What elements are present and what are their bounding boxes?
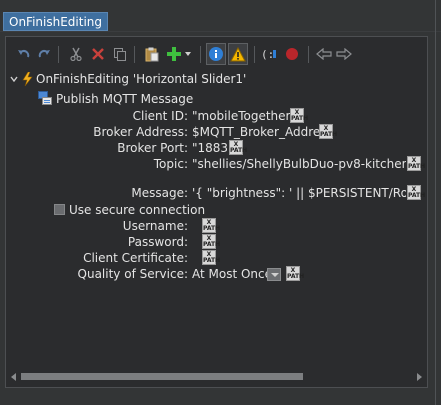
action-tree: OnFinishEditing 'Horizontal Slider1' Pub…: [6, 71, 427, 367]
horizontal-scrollbar[interactable]: [11, 370, 422, 383]
toolbar-separator: [58, 46, 59, 63]
paste-icon: [145, 47, 159, 61]
broker-port-label: Broker Port:: [117, 141, 188, 155]
event-label: OnFinishEditing 'Horizontal Slider1': [36, 72, 247, 86]
scroll-right-arrow[interactable]: [417, 373, 422, 381]
xpath-path-text: PATH: [230, 147, 248, 154]
back-icon: [316, 48, 332, 60]
window-edge: [435, 0, 436, 405]
toolbar-separator: [200, 46, 201, 63]
secure-connection-checkbox[interactable]: [54, 204, 65, 215]
parameter-button[interactable]: (:: [260, 43, 280, 65]
topic-value[interactable]: "shellies/ShellyBulbDuo-pv8-kitchenleft: [192, 156, 406, 172]
delete-button[interactable]: [88, 43, 108, 65]
secure-connection-label: Use secure connection: [69, 203, 206, 217]
xpath-path-text: PATH: [203, 257, 221, 264]
tab-divider: [0, 31, 441, 32]
client-id-value[interactable]: "mobileTogether": [192, 108, 296, 124]
forward-button[interactable]: [334, 43, 354, 65]
broker-address-value[interactable]: $MQTT_Broker_Address: [192, 124, 333, 140]
breakpoint-button[interactable]: [282, 43, 302, 65]
xpath-path-text: PATH: [408, 192, 426, 199]
scrollbar-thumb[interactable]: [21, 373, 303, 380]
client-certificate-label: Client Certificate:: [83, 251, 188, 265]
username-xpath-button[interactable]: X PATH: [202, 218, 221, 233]
warning-toggle[interactable]: [228, 43, 248, 65]
client-certificate-xpath-button[interactable]: X PATH: [202, 250, 221, 265]
xpath-path-text: PATH: [291, 115, 309, 122]
copy-icon: [114, 48, 126, 61]
topic-xpath-button[interactable]: X PATH: [407, 156, 426, 171]
redo-icon: [38, 49, 50, 58]
xpath-path-text: PATH: [320, 131, 338, 138]
info-toggle[interactable]: [206, 43, 226, 65]
add-icon: [167, 47, 181, 61]
broker-port-value[interactable]: "1883": [192, 140, 234, 156]
add-button[interactable]: [164, 43, 184, 65]
client-id-label: Client ID:: [132, 109, 188, 123]
xpath-path-text: PATH: [408, 163, 426, 170]
undo-icon: [18, 49, 30, 58]
broker-address-label: Broker Address:: [93, 125, 188, 139]
breakpoint-icon: [286, 48, 298, 60]
parameter-icon: (:: [261, 48, 276, 61]
broker-address-xpath-button[interactable]: X PATH: [319, 124, 338, 139]
back-button[interactable]: [314, 43, 334, 65]
dropdown-icon: [185, 52, 191, 56]
xpath-path-text: PATH: [203, 241, 221, 248]
paste-button[interactable]: [142, 43, 162, 65]
message-xpath-button[interactable]: X PATH: [407, 185, 426, 200]
tab-onfinishediting[interactable]: OnFinishEditing: [3, 12, 109, 31]
forward-icon: [336, 48, 352, 60]
message-value[interactable]: '{ "brightness": ' || $PERSISTENT/Root/K…: [192, 185, 406, 201]
topic-label: Topic:: [153, 157, 188, 171]
toolbar-separator: [254, 46, 255, 63]
scroll-left-arrow[interactable]: [11, 373, 16, 381]
collapse-chevron-icon[interactable]: [10, 76, 18, 82]
copy-button[interactable]: [110, 43, 130, 65]
action-label: Publish MQTT Message: [56, 92, 194, 106]
info-icon: [209, 47, 223, 61]
toolbar-separator: [134, 46, 135, 63]
password-xpath-button[interactable]: X PATH: [202, 234, 221, 249]
delete-icon: [92, 48, 104, 60]
message-label: Message:: [131, 186, 188, 200]
qos-dropdown-arrow[interactable]: [267, 268, 281, 281]
action-tree-panel: (: OnFinishEditing 'Horizontal Slider1' …: [5, 36, 428, 388]
cut-button[interactable]: [66, 43, 86, 65]
lightning-icon: [22, 72, 33, 86]
undo-button[interactable]: [14, 43, 34, 65]
xpath-path-text: PATH: [287, 273, 305, 280]
svg-text:(:: (:: [261, 48, 274, 61]
redo-button[interactable]: [34, 43, 54, 65]
action-icon: [38, 91, 52, 105]
cut-icon: [70, 47, 82, 61]
qos-xpath-button[interactable]: X PATH: [286, 266, 305, 281]
toolbar-separator: [308, 46, 309, 63]
username-label: Username:: [122, 219, 188, 233]
qos-value[interactable]: At Most Once: [192, 266, 272, 282]
xpath-path-text: PATH: [203, 225, 221, 232]
broker-port-xpath-button[interactable]: X PATH: [229, 140, 248, 155]
password-label: Password:: [127, 235, 188, 249]
warning-icon: [230, 46, 246, 61]
qos-label: Quality of Service:: [77, 267, 188, 281]
add-dropdown-button[interactable]: [182, 43, 194, 65]
client-id-xpath-button[interactable]: X PATH: [290, 108, 309, 123]
